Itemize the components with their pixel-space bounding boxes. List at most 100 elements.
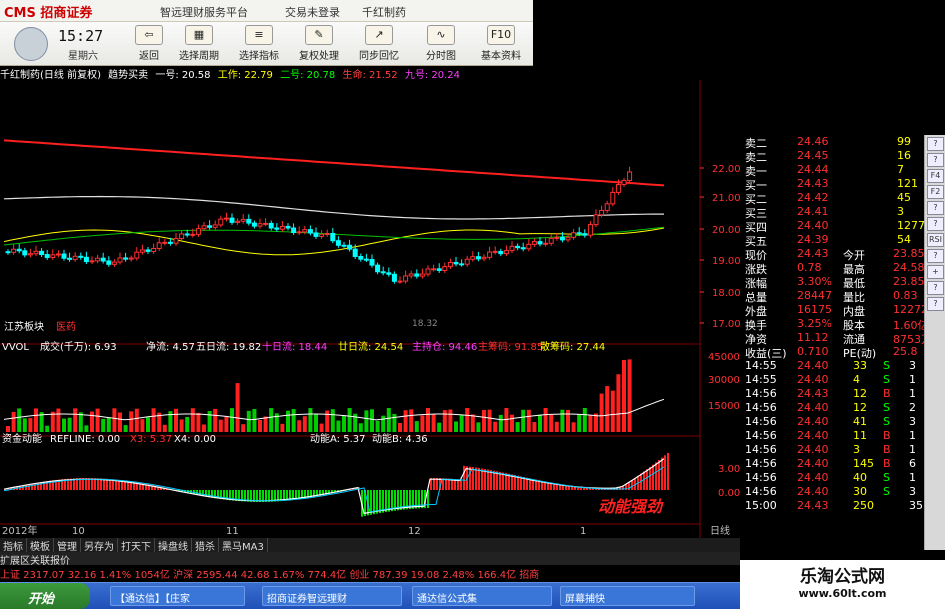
select-indicator-button[interactable]: ≡ 选择指标: [232, 24, 286, 64]
side-tool-icon[interactable]: F2: [927, 185, 944, 199]
trade-row-cell: 14:56: [745, 443, 777, 456]
side-tool-icon[interactable]: ?: [927, 217, 944, 231]
trade-row-cell: 12: [853, 387, 867, 400]
trade-row-cell: 4: [853, 373, 860, 386]
volume-bar: [67, 417, 72, 432]
side-tool-icon[interactable]: RSI: [927, 233, 944, 247]
indicator-tab[interactable]: 黑马MA3: [219, 538, 268, 553]
candle: [610, 191, 616, 205]
vol-panel-label: VVOL: [2, 342, 29, 353]
month-label: 1: [580, 526, 586, 537]
volume-bar: [241, 424, 246, 432]
adjust-button[interactable]: ✎ 复权处理: [292, 24, 346, 64]
quote-stat-row-cell: 25.8: [893, 345, 918, 358]
side-tool-icon[interactable]: ?: [927, 201, 944, 215]
order-book-row-cell: 99: [897, 135, 911, 148]
candle: [229, 217, 235, 223]
task-tdx[interactable]: 【通达信】【庄家: [110, 586, 245, 606]
trade-row: 14:56 24.40 3 B 1: [745, 443, 923, 457]
select-period-button[interactable]: ▦ 选择周期: [172, 24, 226, 64]
indicator-tab[interactable]: 另存为: [81, 538, 118, 553]
candle: [190, 233, 196, 236]
quote-stat-row-cell: 23.85: [893, 275, 925, 288]
volume-bar: [224, 416, 229, 432]
task-cms[interactable]: 招商证券智远理财: [262, 586, 402, 606]
basic-info-button[interactable]: F10 基本资料: [474, 24, 528, 64]
indicator-tab[interactable]: 模板: [27, 538, 54, 553]
side-tool-icon[interactable]: ?: [927, 281, 944, 295]
volume-bar: [235, 383, 240, 432]
sync-recall-button[interactable]: ↗ 同步回忆: [352, 24, 406, 64]
right-toolbar: ?? F4 F2?? RSI? +??: [924, 135, 945, 550]
indicator-tab[interactable]: 猎杀: [192, 538, 219, 553]
indicator-tab[interactable]: 管理: [54, 538, 81, 553]
trade-row-cell: 14:56: [745, 485, 777, 498]
trade-row: 15:00 24.43 250 35: [745, 499, 923, 513]
volume-bar: [330, 409, 335, 432]
volume-bar: [498, 414, 503, 432]
volume-bar: [73, 408, 78, 432]
volume-axis-tick: 45000: [708, 352, 740, 363]
volume-bar: [56, 408, 61, 432]
price-axis-tick: 18.00: [712, 288, 741, 299]
candle: [100, 257, 106, 262]
menu-platform[interactable]: 智远理财服务平台: [160, 4, 248, 20]
side-tool-icon[interactable]: ?: [927, 137, 944, 151]
task-formula[interactable]: 通达信公式集: [412, 586, 552, 606]
side-tool-icon[interactable]: ?: [927, 297, 944, 311]
trade-row-cell: 14:56: [745, 471, 777, 484]
volume-bar: [375, 420, 380, 432]
candle: [285, 225, 291, 229]
volume-bar: [34, 408, 38, 432]
side-tool-icon[interactable]: +: [927, 265, 944, 279]
indicator-tab[interactable]: 操盘线: [155, 538, 192, 553]
trade-row-cell: 14:56: [745, 415, 777, 428]
volume-bar: [627, 359, 632, 432]
volume-bar: [482, 409, 486, 432]
order-book-row-cell: 16: [897, 149, 911, 162]
start-button[interactable]: 开始: [0, 583, 90, 609]
quote-stat-row-cell: 3.25%: [797, 317, 832, 330]
kline-chart[interactable]: 22.00 21.00 20.00 19.00 18.00 17.00 45000 30000…: [0, 80, 745, 550]
adjust-icon: ✎: [305, 25, 333, 45]
watermark-url: www.60lt.com: [798, 587, 887, 600]
volume-bar: [493, 421, 498, 432]
candle: [27, 253, 33, 256]
price-axis-tick: 17.00: [712, 319, 741, 330]
volume-bar: [151, 408, 156, 432]
candle: [576, 232, 582, 235]
volume-bar: [196, 412, 201, 432]
fund-item: 动能B: 4.36: [372, 432, 428, 445]
candle: [263, 222, 269, 225]
indicator-tab[interactable]: 指标: [0, 538, 27, 553]
order-book-row: 买二 24.42 45: [745, 191, 923, 206]
back-button[interactable]: ⇦ 返回: [122, 24, 176, 64]
indicator-tab[interactable]: 打天下: [118, 538, 155, 553]
volume-bar: [610, 390, 615, 432]
trade-row-cell: 14:56: [745, 401, 777, 414]
candle: [537, 241, 543, 245]
candle: [593, 214, 599, 226]
trade-row-cell: B: [883, 457, 891, 470]
order-book-row-cell: 1277: [897, 219, 925, 232]
volume-bar: [101, 418, 106, 432]
task-capture[interactable]: 屏幕捕快: [560, 586, 695, 606]
calendar-icon: ▦: [185, 25, 213, 45]
menu-stock-name[interactable]: 千红制药: [362, 4, 406, 20]
volume-bar: [420, 415, 425, 432]
clock-widget: 15:27 星期六: [8, 25, 118, 63]
volume-bar: [386, 408, 391, 432]
trade-row-cell: 3: [909, 415, 916, 428]
side-tool-icon[interactable]: F4: [927, 169, 944, 183]
volume-bar: [554, 421, 559, 432]
side-tool-icon[interactable]: ?: [927, 249, 944, 263]
quote-stat-row-cell: 0.83: [893, 289, 918, 302]
candle: [453, 261, 459, 265]
intraday-button[interactable]: ∿ 分时图: [414, 24, 468, 64]
fund-bar: [490, 470, 492, 490]
candle: [279, 225, 285, 230]
side-tool-icon[interactable]: ?: [927, 153, 944, 167]
fund-bar: [469, 466, 471, 490]
menu-trade-login[interactable]: 交易未登录: [285, 4, 340, 20]
trade-row-cell: 24.40: [797, 443, 829, 456]
